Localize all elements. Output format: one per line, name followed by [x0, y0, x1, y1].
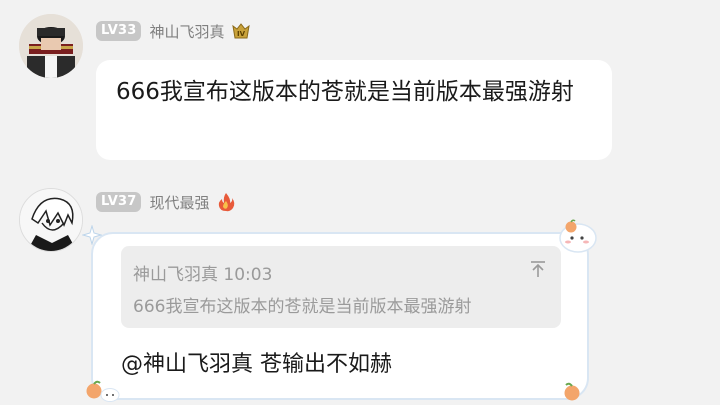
rank-crest-icon: IV: [230, 20, 252, 42]
flame-icon: [215, 191, 237, 213]
avatar[interactable]: [19, 188, 83, 252]
level-badge: LV37: [96, 192, 142, 212]
star-sticker-icon: [81, 224, 103, 246]
jump-to-original-icon[interactable]: [529, 260, 547, 278]
sender-name[interactable]: 现代最强: [149, 192, 209, 213]
level-badge: LV33: [96, 21, 142, 41]
quote-text: 666我宣布这版本的苍就是当前版本最强游射: [133, 297, 472, 317]
bunny-sticker-icon: [100, 384, 120, 402]
avatar[interactable]: [19, 14, 83, 78]
sender-info: LV33 神山飞羽真 IV: [96, 20, 252, 42]
message-text: 666我宣布这版本的苍就是当前版本最强游射: [116, 79, 574, 105]
peach-sticker-icon: [564, 218, 578, 233]
svg-text:IV: IV: [237, 30, 246, 38]
message-text: @神山飞羽真 苍输出不如赫: [121, 352, 392, 377]
quote-time: 10:03: [223, 265, 273, 285]
chat-view: LV33 神山飞羽真 IV 666我宣布这版本的苍就是当前版本最强游射 LV37…: [0, 0, 720, 405]
message-bubble[interactable]: 666我宣布这版本的苍就是当前版本最强游射: [96, 60, 612, 160]
reply-bubble[interactable]: 神山飞羽真 10:03 666我宣布这版本的苍就是当前版本最强游射 @神山飞羽真…: [91, 232, 589, 400]
sender-name[interactable]: 神山飞羽真: [149, 21, 224, 42]
quote-header: 神山飞羽真 10:03: [133, 260, 272, 285]
peach-sticker-icon: [562, 382, 582, 402]
quote-author: 神山飞羽真: [133, 265, 218, 285]
quoted-message[interactable]: 神山飞羽真 10:03 666我宣布这版本的苍就是当前版本最强游射: [121, 246, 561, 328]
sender-info: LV37 现代最强: [96, 191, 237, 213]
